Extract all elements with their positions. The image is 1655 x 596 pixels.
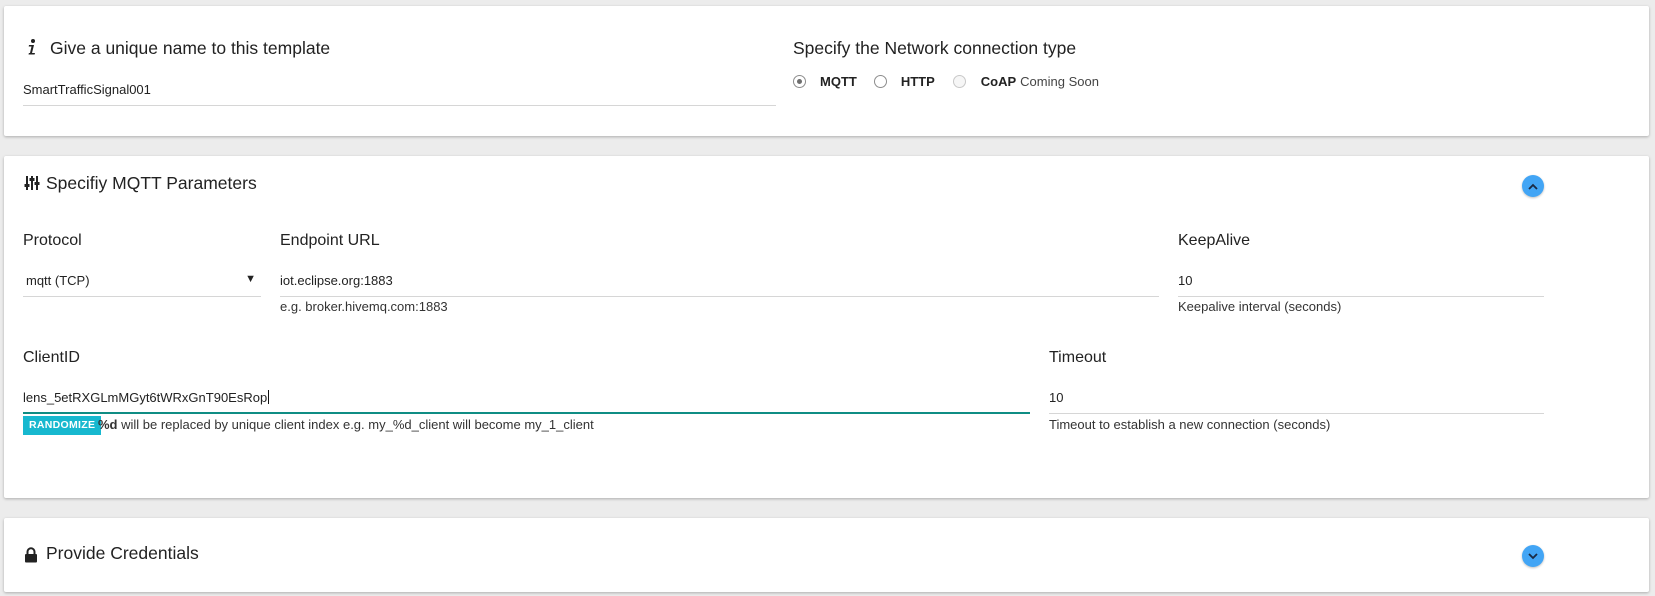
credentials-card: Provide Credentials: [4, 518, 1649, 592]
randomize-button[interactable]: RANDOMIZE: [23, 416, 102, 435]
expand-credentials-button[interactable]: [1522, 545, 1544, 567]
timeout-label: Timeout: [1049, 349, 1107, 366]
radio-mqtt-circle[interactable]: [793, 75, 806, 88]
sliders-icon: [24, 175, 40, 191]
clientid-input[interactable]: lens_5etRXGLmMGyt6tWRxGnT90EsRop: [23, 390, 270, 405]
clientid-hint: %d will be replaced by unique client ind…: [98, 417, 594, 432]
chevron-up-icon: [1528, 177, 1538, 195]
endpoint-underline: [280, 296, 1159, 297]
protocol-select[interactable]: mqtt (TCP) ▼: [23, 270, 260, 292]
endpoint-hint: e.g. broker.hivemq.com:1883: [280, 299, 448, 314]
template-card: Give a unique name to this template Smar…: [4, 6, 1649, 136]
radio-http-label: HTTP: [900, 74, 935, 89]
collapse-mqtt-button[interactable]: [1522, 175, 1544, 197]
chevron-down-icon: [1528, 547, 1538, 565]
radio-option-http[interactable]: HTTP: [873, 74, 935, 89]
mqtt-params-card: Specifiy MQTT Parameters Protocol mqtt (…: [4, 156, 1649, 498]
protocol-label: Protocol: [23, 232, 82, 249]
credentials-heading: Provide Credentials: [46, 543, 199, 563]
endpoint-input[interactable]: iot.eclipse.org:1883: [280, 273, 393, 288]
timeout-hint: Timeout to establish a new connection (s…: [1049, 417, 1331, 432]
radio-mqtt-label: MQTT: [820, 74, 857, 89]
network-type-heading: Specify the Network connection type: [793, 38, 1077, 58]
keepalive-hint: Keepalive interval (seconds): [1178, 299, 1342, 314]
radio-option-coap: CoAP Coming Soon: [952, 74, 1099, 89]
template-name-underline: [23, 105, 776, 106]
keepalive-label: KeepAlive: [1178, 232, 1251, 249]
endpoint-label: Endpoint URL: [280, 232, 380, 249]
keepalive-underline: [1178, 296, 1544, 297]
network-type-radio-group: MQTT HTTP CoAP Coming Soon: [793, 74, 1099, 89]
radio-coap-suffix: Coming Soon: [1020, 74, 1099, 89]
timeout-input[interactable]: 10: [1049, 390, 1063, 405]
template-name-input[interactable]: SmartTrafficSignal001: [23, 82, 151, 97]
radio-option-mqtt[interactable]: MQTT: [793, 74, 857, 89]
radio-coap-circle: [952, 75, 966, 88]
radio-http-circle[interactable]: [873, 75, 887, 88]
mqtt-params-heading: Specifiy MQTT Parameters: [46, 173, 257, 193]
protocol-select-value: mqtt (TCP): [26, 273, 90, 288]
template-name-heading: Give a unique name to this template: [50, 38, 331, 58]
protocol-underline: [23, 296, 261, 297]
text-cursor: [268, 390, 270, 404]
clientid-hint-token: %d: [98, 417, 118, 432]
clientid-label: ClientID: [23, 349, 80, 366]
lock-icon: [24, 547, 38, 563]
clientid-underline: [23, 412, 1030, 414]
radio-coap-label: CoAP: [980, 74, 1017, 89]
timeout-underline: [1049, 413, 1544, 414]
keepalive-input[interactable]: 10: [1178, 273, 1192, 288]
clientid-value: lens_5etRXGLmMGyt6tWRxGnT90EsRop: [23, 390, 268, 405]
info-icon: [25, 38, 39, 56]
dropdown-caret-icon: ▼: [245, 273, 256, 285]
clientid-hint-text: will be replaced by unique client index …: [117, 417, 594, 432]
